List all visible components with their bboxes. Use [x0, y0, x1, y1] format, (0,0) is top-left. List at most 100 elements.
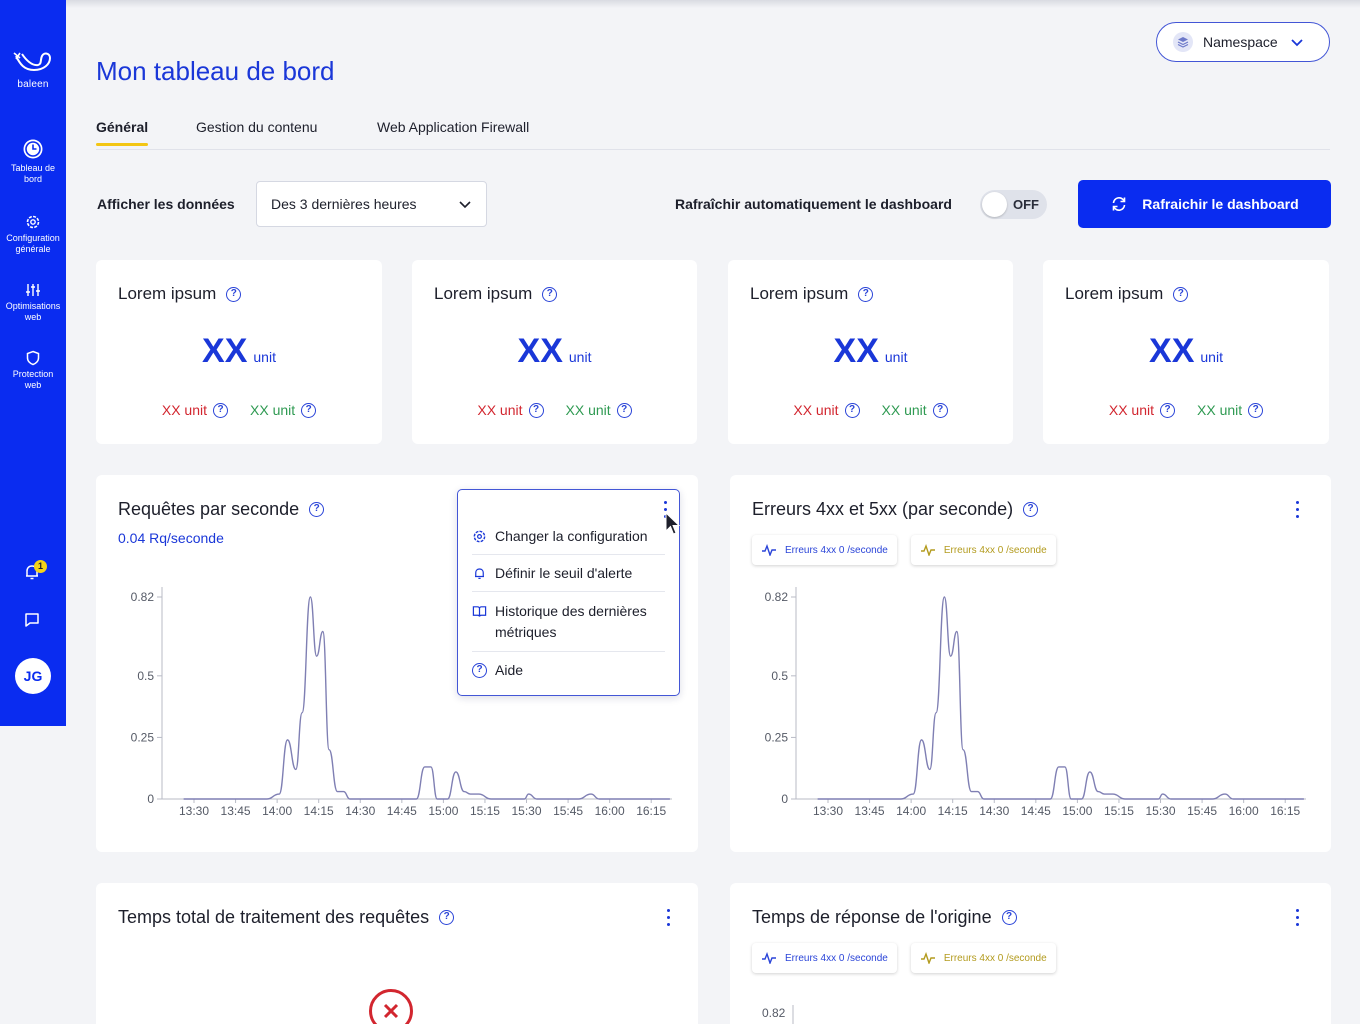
kpi-unit: unit	[884, 349, 908, 365]
help-icon[interactable]: ?	[1173, 286, 1189, 302]
menu-item-label: Aide	[495, 662, 524, 678]
gear-icon	[26, 215, 40, 229]
pulse-icon	[762, 952, 776, 964]
tab-content-management[interactable]: Gestion du contenu	[196, 119, 317, 145]
series-line	[817, 596, 1304, 800]
help-icon[interactable]: ?	[226, 286, 242, 302]
refresh-dashboard-button[interactable]: Rafraichir le dashboard	[1078, 180, 1331, 228]
help-icon[interactable]: ?	[858, 286, 874, 302]
sidebar: baleen Tableau de bord Configuration gén…	[0, 0, 66, 726]
legend-item[interactable]: Erreurs 4xx 0 /seconde	[752, 535, 897, 565]
chat-button[interactable]	[22, 610, 42, 635]
kpi-value: XX	[202, 332, 248, 370]
sidebar-item-optimisations[interactable]: Optimisations web	[0, 282, 66, 323]
x-tick-label: 13:45	[855, 804, 885, 818]
menu-item-history[interactable]: Historique des dernières métriques	[472, 601, 665, 643]
help-icon[interactable]: ?	[1248, 402, 1264, 418]
time-range-select[interactable]: Des 3 dernières heures	[256, 181, 487, 227]
sidebar-item-label: web	[24, 380, 42, 390]
y-tick-label: 0.82	[762, 1006, 786, 1020]
help-icon[interactable]: ?	[213, 402, 228, 418]
panel-title: Temps total de traitement des requêtes	[118, 907, 430, 927]
tab-bar: Général Gestion du contenu Web Applicati…	[96, 116, 1330, 150]
legend-item[interactable]: Erreurs 4xx 0 /seconde	[752, 943, 897, 973]
tab-waf[interactable]: Web Application Firewall	[377, 119, 529, 145]
x-tick-label: 14:45	[387, 804, 417, 818]
help-icon[interactable]: ?	[301, 402, 317, 418]
kpi-sub-green: XX unit	[565, 402, 611, 418]
help-icon[interactable]: ?	[932, 402, 948, 418]
help-icon[interactable]: ?	[1001, 910, 1017, 925]
panel-menu-button[interactable]	[667, 909, 671, 930]
book-icon	[472, 606, 487, 617]
user-avatar[interactable]: JG	[15, 658, 51, 694]
kpi-unit: unit	[568, 349, 592, 365]
kpi-sub-red: XX unit	[477, 402, 523, 418]
total-time-panel: Temps total de traitement des requêtes?	[96, 883, 698, 1024]
x-tick-label: 14:30	[345, 804, 375, 818]
x-tick-label: 13:30	[179, 804, 209, 818]
menu-item-help[interactable]: ? Aide	[472, 660, 665, 681]
help-icon[interactable]: ?	[1160, 402, 1175, 418]
sidebar-item-dashboard[interactable]: Tableau de bord	[0, 138, 66, 185]
help-icon[interactable]: ?	[528, 402, 544, 418]
tab-general[interactable]: Général	[96, 119, 149, 146]
sidebar-item-configuration[interactable]: Configuration générale	[0, 214, 66, 255]
y-tick-label: 0.82	[131, 590, 155, 604]
menu-item-label: Changer la configuration	[495, 528, 648, 544]
x-tick-label: 15:30	[1146, 804, 1176, 818]
auto-refresh-label: Rafraîchir automatiquement le dashboard	[675, 196, 952, 212]
time-range-value: Des 3 dernières heures	[271, 196, 417, 212]
menu-item-label: Historique des dernières	[495, 603, 647, 619]
legend-item[interactable]: Erreurs 4xx 0 /seconde	[910, 535, 1056, 565]
error-x-icon	[369, 989, 413, 1024]
help-icon[interactable]: ?	[309, 502, 325, 517]
auto-refresh-toggle[interactable]: OFF	[980, 190, 1047, 219]
menu-item-label: Définir le seuil d'alerte	[495, 565, 633, 581]
kpi-title: Lorem ipsum	[434, 284, 533, 303]
clock-icon	[23, 139, 43, 159]
legend-item[interactable]: Erreurs 4xx 0 /seconde	[910, 943, 1056, 973]
x-tick-label: 14:30	[979, 804, 1009, 818]
menu-item-alert-threshold[interactable]: Définir le seuil d'alerte	[472, 563, 665, 584]
x-tick-label: 14:15	[938, 804, 968, 818]
sidebar-item-protection[interactable]: Protection web	[0, 350, 66, 391]
y-tick-label: 0.25	[765, 730, 789, 744]
bell-icon	[475, 568, 484, 579]
errors-chart: 0 0.25 0.5 0.82 13:30 13:45 14:00 14:15 14:30 14:…	[765, 587, 1306, 818]
kpi-title: Lorem ipsum	[750, 284, 849, 303]
notification-badge: 1	[34, 560, 47, 573]
brand-logo[interactable]: baleen	[10, 50, 56, 90]
kpi-value: XX	[517, 332, 563, 370]
help-icon: ?	[472, 663, 487, 678]
x-tick-label: 15:45	[553, 804, 583, 818]
x-tick-label: 16:00	[595, 804, 625, 818]
legend-label: Erreurs 4xx 0 /seconde	[785, 544, 888, 556]
gear-icon	[473, 530, 486, 543]
x-tick-label: 15:45	[1187, 804, 1217, 818]
origin-chart: 0.82	[762, 1005, 794, 1024]
y-tick-label: 0.82	[765, 590, 789, 604]
panel-menu-button[interactable]	[1296, 501, 1300, 522]
sliders-icon	[26, 284, 40, 296]
help-icon[interactable]: ?	[439, 910, 455, 925]
help-icon[interactable]: ?	[1023, 502, 1039, 517]
namespace-selector[interactable]: Namespace	[1156, 22, 1330, 62]
sidebar-item-label: Tableau de	[10, 163, 56, 173]
help-icon[interactable]: ?	[542, 286, 558, 302]
help-icon[interactable]: ?	[616, 402, 632, 418]
x-tick-label: 15:00	[428, 804, 458, 818]
menu-item-change-config[interactable]: Changer la configuration	[472, 526, 665, 547]
panel-title: Temps de réponse de l'origine	[752, 907, 992, 927]
kpi-sub-green: XX unit	[250, 402, 296, 418]
pulse-icon	[920, 952, 935, 964]
kpi-unit: unit	[253, 349, 276, 365]
panel-menu-button[interactable]	[1296, 909, 1300, 930]
x-tick-label: 14:15	[304, 804, 334, 818]
help-icon[interactable]: ?	[844, 402, 860, 418]
x-tick-label: 15:00	[1062, 804, 1092, 818]
brand-name: baleen	[17, 79, 49, 90]
x-tick-label: 16:15	[636, 804, 666, 818]
sidebar-item-label: générale	[15, 244, 51, 254]
notifications-button[interactable]: 1	[22, 560, 47, 584]
